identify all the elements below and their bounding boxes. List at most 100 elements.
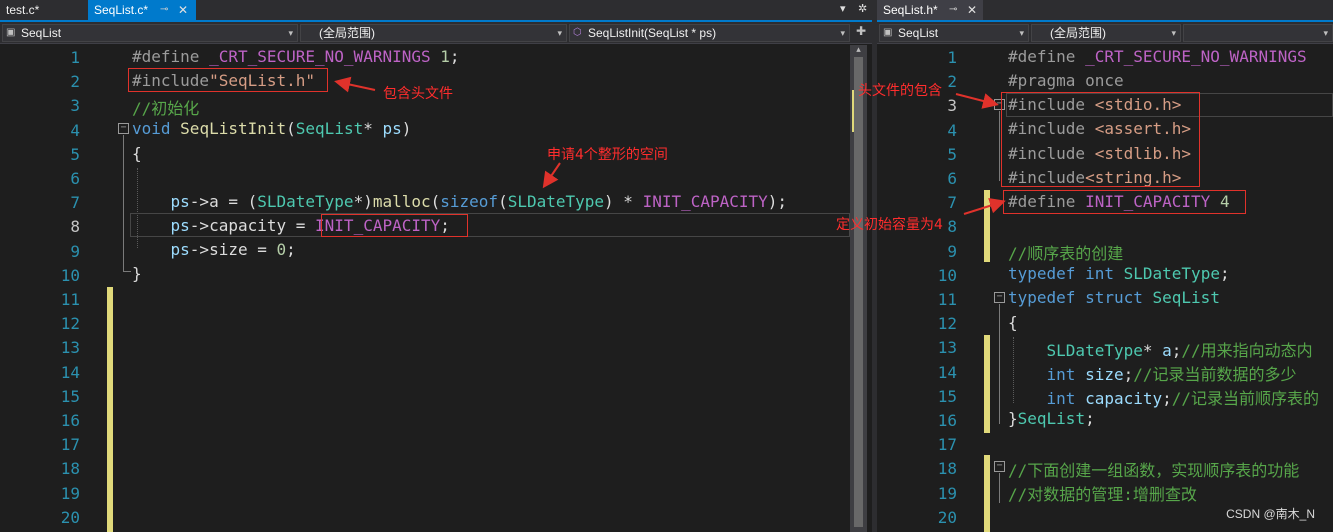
line-number: 1	[947, 48, 957, 67]
scope-dropdown-value: (全局范围)	[319, 26, 375, 40]
function-icon: ⬡	[573, 27, 582, 38]
code-line-3: //初始化	[132, 99, 200, 118]
vertical-scrollbar[interactable]: ▴	[850, 45, 867, 532]
line-number: 19	[937, 483, 957, 503]
line-number: 14	[937, 362, 957, 382]
member-dropdown[interactable]: ⬡ SeqListInit(SeqList * ps) ▾	[569, 24, 850, 42]
scope-dropdown[interactable]: (全局范围) ▾	[300, 24, 567, 42]
pin-icon[interactable]: ⊸	[160, 0, 168, 20]
collapse-toggle-icon[interactable]: −	[994, 461, 1005, 472]
line-number: 9	[947, 241, 957, 261]
line-number: 12	[937, 314, 957, 334]
collapse-toggle-icon[interactable]: −	[994, 292, 1005, 303]
line-number: 13	[60, 338, 80, 358]
line-number: 18	[60, 459, 80, 479]
left-tab-bar: test.c* SeqList.c* ⊸ ✕ ▾ ✲	[0, 0, 872, 22]
code-line-9: ps->size = 0;	[170, 240, 296, 259]
code-line-2: #pragma once	[1008, 71, 1124, 90]
code-line-11: typedef struct SeqList	[1008, 288, 1220, 307]
annotation-alloc-space: 申请4个整形的空间	[547, 147, 668, 163]
line-number: 20	[60, 507, 80, 527]
project-icon: ▣	[6, 27, 16, 38]
tab-label: SeqList.h*	[883, 3, 938, 17]
line-number: 15	[937, 386, 957, 406]
outline-guide	[999, 473, 1000, 503]
line-number: 13	[937, 338, 957, 358]
annotation-init-capacity: 定义初始容量为4	[836, 217, 943, 233]
line-number: 19	[60, 483, 80, 503]
chevron-down-icon: ▾	[557, 28, 562, 38]
line-number: 10	[937, 265, 957, 285]
project-dropdown-value: SeqList	[21, 26, 62, 40]
change-indicator	[984, 455, 990, 532]
line-number: 16	[937, 411, 957, 430]
line-number: 12	[60, 314, 80, 334]
right-editor-pane: SeqList.h* ⊸ ✕ ▣ SeqList ▾ (全局范围) ▾ ▾ 12…	[877, 0, 1333, 532]
line-number: 17	[937, 435, 957, 455]
annotation-header-includes: 头文件的包含	[858, 83, 942, 99]
left-code-editor[interactable]: 1 2 3 4 5 6 7 8 9 10 11 12 13 14 15 16 17 18 19 20 − #defin…	[0, 45, 872, 532]
code-line-10: }	[132, 264, 142, 283]
line-number: 7	[947, 193, 957, 213]
close-icon[interactable]: ✕	[178, 0, 188, 20]
line-number: 6	[947, 169, 957, 188]
code-line-7: ps->a = (SLDateType*)malloc(sizeof(SLDat…	[170, 192, 788, 211]
change-indicator	[984, 335, 990, 433]
line-number: 20	[937, 507, 957, 527]
line-number: 5	[947, 144, 957, 164]
chevron-down-icon: ▾	[1171, 28, 1176, 38]
member-dropdown[interactable]: ▾	[1183, 24, 1333, 42]
gear-icon[interactable]: ✲	[858, 2, 867, 15]
code-line-10: typedef int SLDateType;	[1008, 264, 1230, 283]
line-number: 4	[70, 120, 80, 140]
pin-icon[interactable]: ⊸	[949, 0, 957, 20]
project-icon: ▣	[883, 27, 893, 38]
code-line-4: void SeqListInit(SeqList* ps)	[132, 119, 412, 138]
collapse-toggle-icon[interactable]: −	[118, 123, 129, 134]
line-number: 2	[70, 72, 80, 92]
close-icon[interactable]: ✕	[967, 0, 977, 20]
chevron-down-icon: ▾	[1323, 28, 1328, 38]
outline-guide	[123, 271, 131, 272]
left-navigation-bar: ▣ SeqList ▾ (全局范围) ▾ ⬡ SeqListInit(SeqLi…	[0, 22, 872, 44]
code-line-16: }SeqList;	[1008, 409, 1095, 428]
scrollbar-thumb[interactable]	[854, 57, 863, 527]
line-number: 5	[70, 144, 80, 164]
annotation-box-define	[1003, 190, 1246, 214]
chevron-down-icon: ▾	[840, 28, 845, 38]
annotation-box-include	[128, 68, 328, 92]
change-indicator	[984, 190, 990, 262]
line-number: 3	[70, 96, 80, 116]
project-dropdown[interactable]: ▣ SeqList ▾	[2, 24, 298, 42]
scope-dropdown-value: (全局范围)	[1050, 26, 1106, 40]
project-dropdown-value: SeqList	[898, 26, 939, 40]
chevron-down-icon: ▾	[288, 28, 293, 38]
line-number: 16	[60, 411, 80, 430]
split-window-icon[interactable]: ✚	[856, 24, 866, 38]
line-number: 8	[70, 217, 80, 237]
line-number: 6	[70, 169, 80, 188]
line-number: 18	[937, 459, 957, 479]
scope-dropdown[interactable]: (全局范围) ▾	[1031, 24, 1181, 42]
code-line-15: int capacity;//记录当前顺序表的	[1046, 389, 1320, 408]
code-line-9: //顺序表的创建	[1008, 244, 1124, 263]
change-indicator	[107, 287, 113, 532]
annotation-include-header: 包含头文件	[383, 86, 453, 102]
tab-label: SeqList.c*	[94, 3, 149, 17]
code-line-1: #define _CRT_SECURE_NO_WARNINGS 1;	[132, 47, 460, 66]
right-navigation-bar: ▣ SeqList ▾ (全局范围) ▾ ▾	[877, 22, 1333, 44]
scroll-up-icon[interactable]: ▴	[850, 45, 867, 55]
line-number: 11	[937, 290, 957, 309]
outline-guide	[999, 111, 1000, 181]
project-dropdown[interactable]: ▣ SeqList ▾	[879, 24, 1029, 42]
tab-list-dropdown-icon[interactable]: ▾	[840, 2, 846, 15]
line-number: 9	[70, 241, 80, 261]
annotation-box-capacity	[321, 214, 468, 237]
right-tab-bar: SeqList.h* ⊸ ✕	[877, 0, 1333, 22]
outline-guide	[999, 304, 1000, 424]
watermark: CSDN @南木_N	[1226, 507, 1315, 521]
tab-seqlist-h[interactable]: SeqList.h* ⊸ ✕	[877, 0, 983, 20]
tab-test-c[interactable]: test.c*	[0, 0, 88, 20]
line-number: 14	[60, 362, 80, 382]
tab-seqlist-c[interactable]: SeqList.c* ⊸ ✕	[88, 0, 196, 20]
